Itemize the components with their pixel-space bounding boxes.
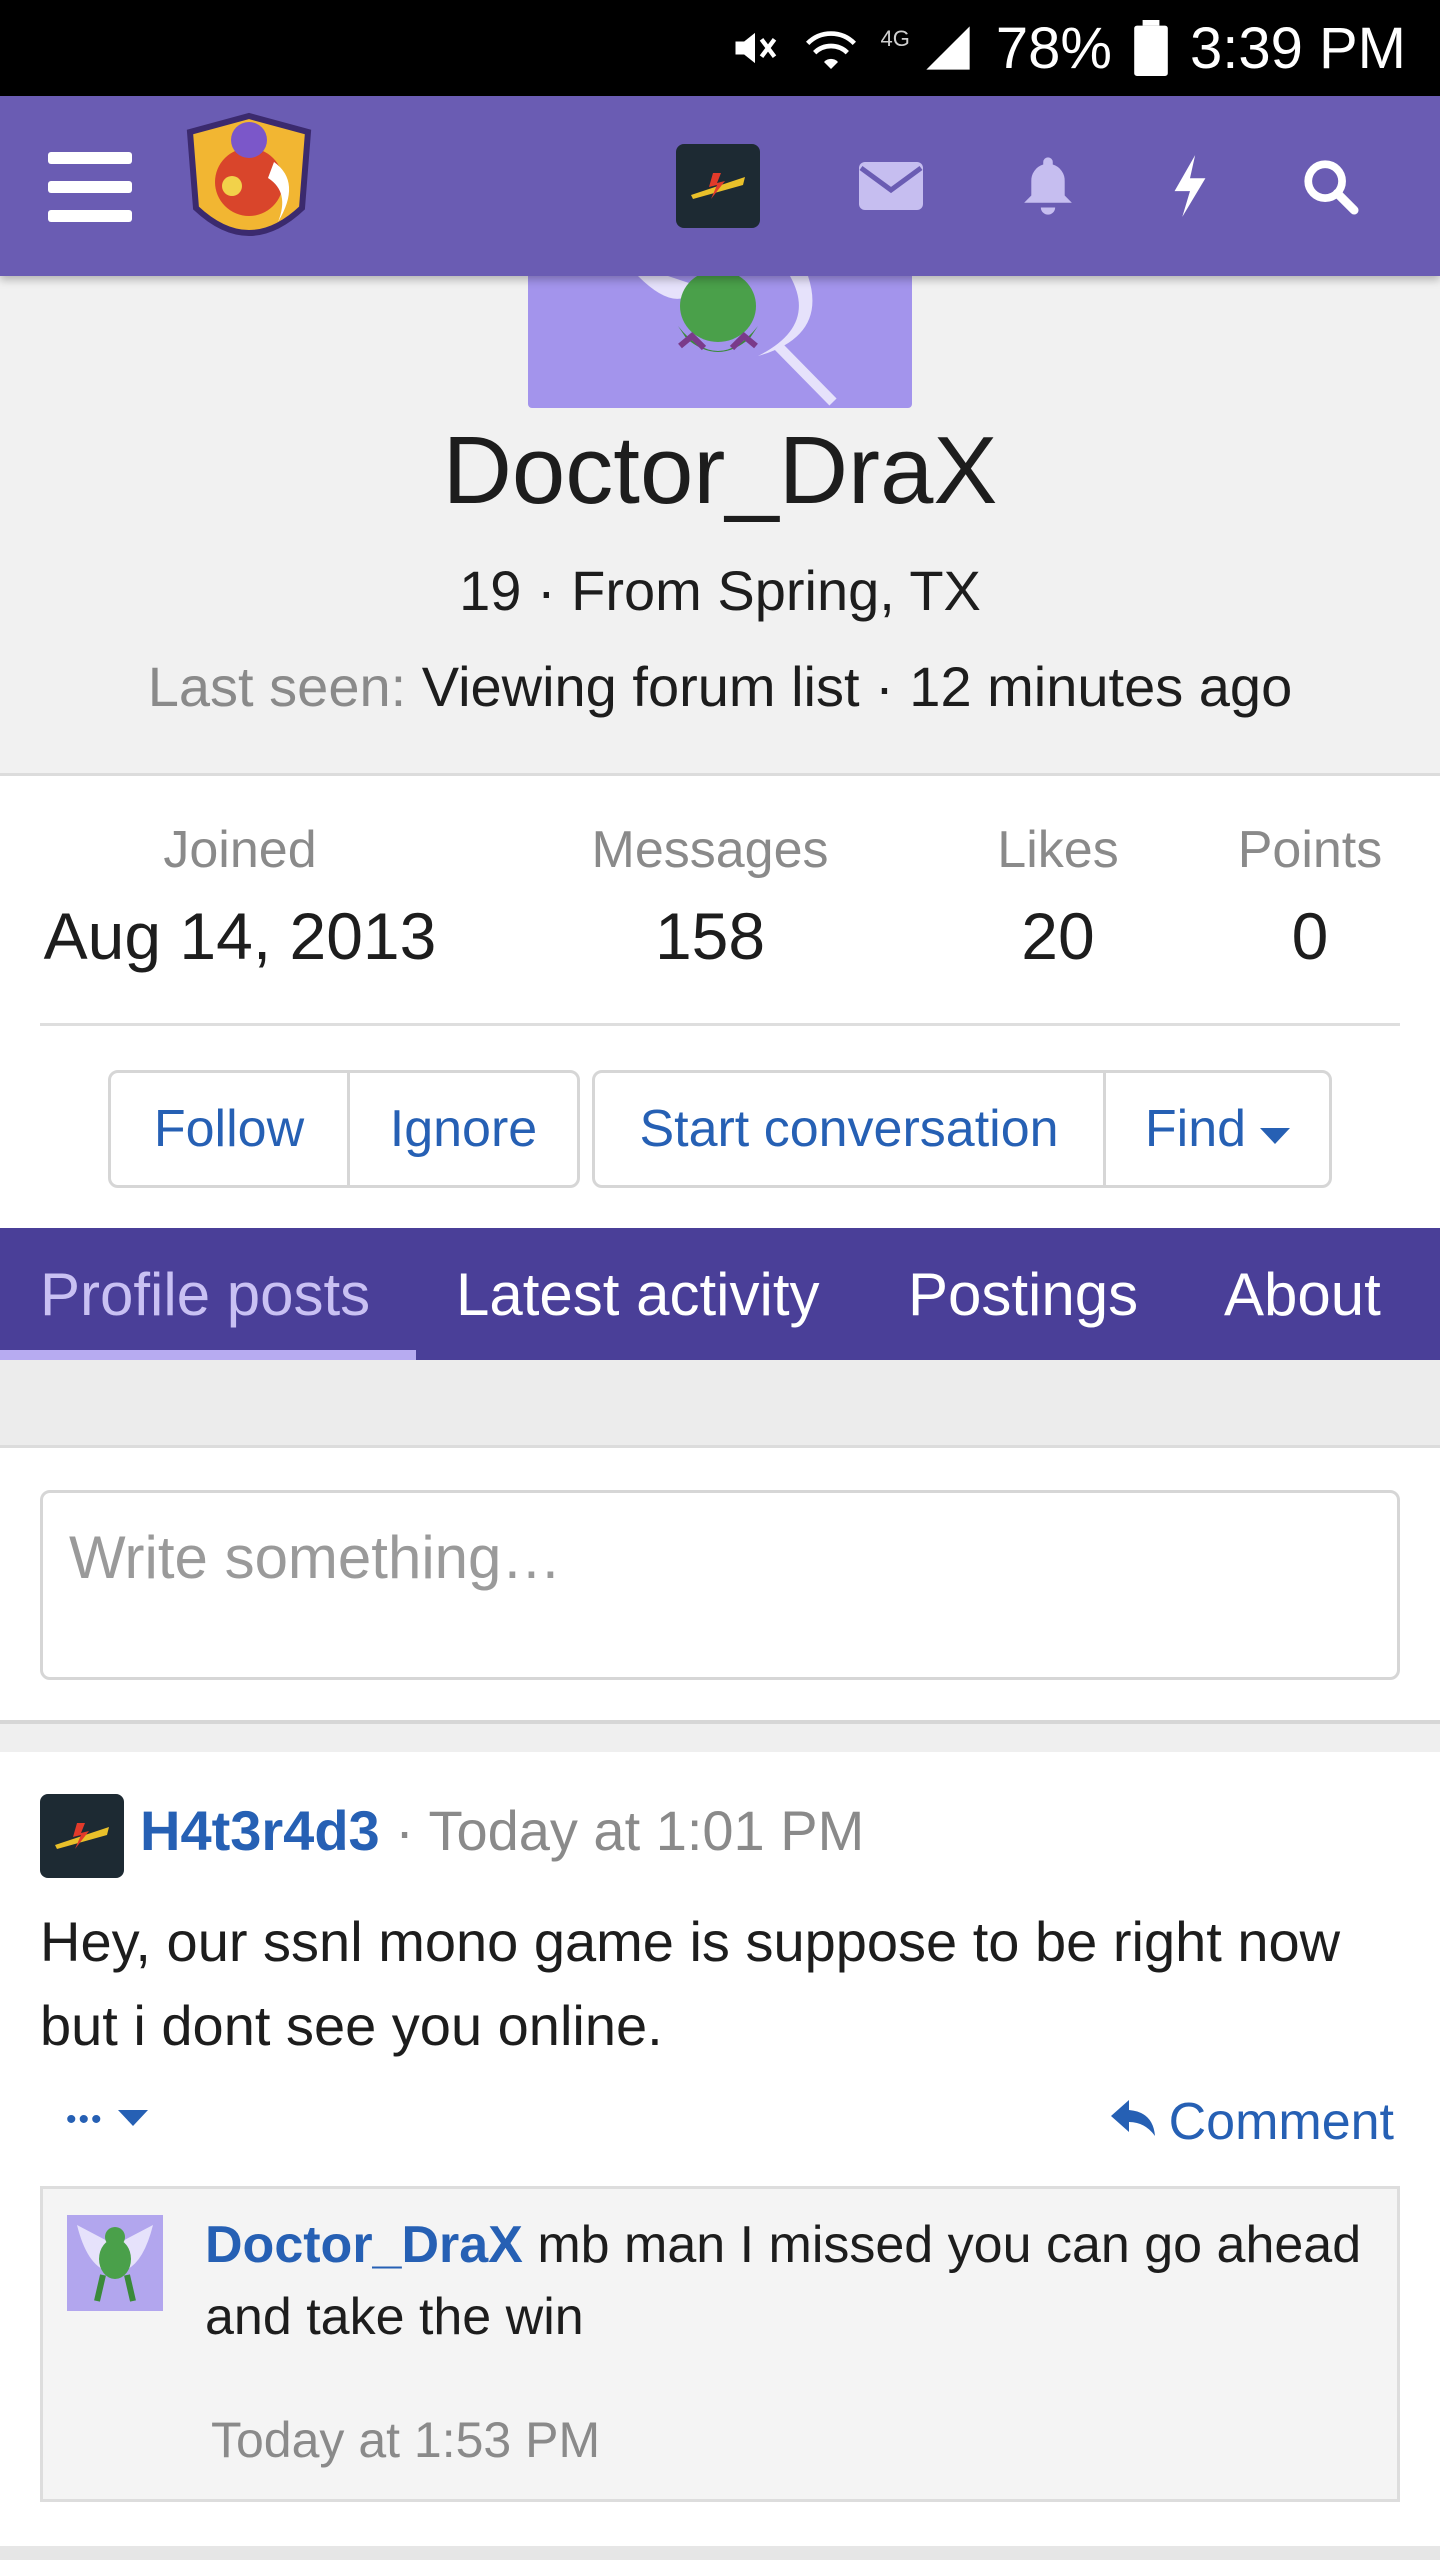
comment-timestamp[interactable]: Today at 1:53 PM bbox=[211, 2411, 600, 2469]
tab-label: Profile posts bbox=[40, 1260, 371, 1328]
tab-label: Postings bbox=[908, 1260, 1139, 1328]
comment-button[interactable]: Comment bbox=[1109, 2092, 1394, 2152]
divider-band bbox=[0, 1724, 1440, 1752]
post-comment: Doctor_DraX mb man I missed you can go a… bbox=[40, 2186, 1400, 2502]
tab-latest-activity[interactable]: Latest activity bbox=[416, 1228, 860, 1360]
avatar[interactable] bbox=[40, 1794, 124, 1878]
profile-stats: Joined Aug 14, 2013 Messages 158 Likes 2… bbox=[40, 820, 1400, 1026]
find-label: Find bbox=[1144, 1100, 1247, 1158]
divider-band bbox=[0, 1360, 1440, 1448]
clock: 3:39 PM bbox=[1190, 15, 1406, 81]
battery-percent: 78% bbox=[995, 15, 1112, 81]
stat-label: Messages bbox=[591, 821, 829, 879]
battery-icon bbox=[1134, 20, 1168, 76]
find-button[interactable]: Find bbox=[1103, 1073, 1329, 1185]
stat-label: Likes bbox=[997, 821, 1119, 879]
more-options-toggle[interactable]: ••• bbox=[66, 2090, 148, 2150]
status-bar: 4G 78% 3:39 PM bbox=[0, 0, 1440, 96]
stat-points[interactable]: Points 0 bbox=[1220, 820, 1400, 974]
last-seen-value: Viewing forum list · 12 minutes ago bbox=[406, 655, 1293, 718]
stat-label: Points bbox=[1237, 821, 1383, 879]
stat-joined: Joined Aug 14, 2013 bbox=[40, 820, 440, 974]
user-avatar[interactable] bbox=[676, 144, 760, 228]
follow-ignore-group: Follow Ignore bbox=[108, 1070, 580, 1188]
divider-band bbox=[0, 2546, 1440, 2560]
stat-messages[interactable]: Messages 158 bbox=[560, 820, 860, 974]
stat-value: Aug 14, 2013 bbox=[43, 899, 437, 973]
mute-icon bbox=[729, 22, 781, 74]
stat-label: Joined bbox=[163, 821, 317, 879]
tab-label: About bbox=[1224, 1260, 1381, 1328]
last-seen-label: Last seen: bbox=[147, 655, 407, 718]
mail-icon[interactable] bbox=[856, 144, 926, 228]
post-timestamp[interactable]: Today at 1:01 PM bbox=[428, 1799, 864, 1862]
stat-value: 0 bbox=[1291, 899, 1329, 973]
bell-icon[interactable] bbox=[1016, 144, 1080, 228]
conversation-find-group: Start conversation Find bbox=[592, 1070, 1332, 1188]
bolt-icon[interactable] bbox=[1168, 144, 1212, 228]
ignore-button[interactable]: Ignore bbox=[347, 1073, 577, 1185]
chevron-down-icon bbox=[1260, 1099, 1291, 1159]
start-conversation-button[interactable]: Start conversation bbox=[595, 1073, 1103, 1185]
post-header: H4t3r4d3 · Today at 1:01 PM bbox=[140, 1798, 864, 1863]
profile-tabs: Profile posts Latest activity Postings A… bbox=[0, 1228, 1440, 1360]
tab-label: Latest activity bbox=[456, 1260, 820, 1328]
app-header bbox=[0, 96, 1440, 276]
comment-label: Comment bbox=[1168, 2093, 1394, 2151]
stat-likes: Likes 20 bbox=[938, 820, 1178, 974]
follow-button[interactable]: Follow bbox=[111, 1073, 347, 1185]
tab-about[interactable]: About bbox=[1184, 1228, 1421, 1360]
stat-value: 158 bbox=[654, 899, 766, 973]
site-logo[interactable] bbox=[182, 112, 316, 260]
network-type: 4G bbox=[880, 26, 910, 51]
chevron-down-icon bbox=[117, 2108, 148, 2133]
composer-section: Write something… bbox=[0, 1448, 1440, 1724]
comment-text: Doctor_DraX mb man I missed you can go a… bbox=[205, 2209, 1365, 2353]
avatar[interactable] bbox=[67, 2215, 163, 2311]
menu-icon[interactable] bbox=[48, 152, 132, 222]
post-separator: · bbox=[379, 1799, 429, 1862]
search-icon[interactable] bbox=[1298, 144, 1362, 228]
tab-postings[interactable]: Postings bbox=[868, 1228, 1178, 1360]
more-dots: ••• bbox=[66, 2103, 104, 2136]
profile-meta: 19 · From Spring, TX bbox=[459, 559, 981, 622]
profile-name: Doctor_DraX bbox=[442, 417, 998, 524]
post-body: Hey, our ssnl mono game is suppose to be… bbox=[40, 1910, 1341, 2057]
reply-arrow-icon bbox=[1109, 2092, 1157, 2152]
signal-icon bbox=[922, 22, 974, 74]
comment-author-link[interactable]: Doctor_DraX bbox=[205, 2216, 523, 2274]
wifi-icon bbox=[803, 22, 859, 74]
profile-avatar[interactable] bbox=[528, 276, 912, 408]
last-seen: Last seen: Viewing forum list · 12 minut… bbox=[0, 654, 1440, 719]
post-author-link[interactable]: H4t3r4d3 bbox=[140, 1799, 380, 1862]
profile-header: Doctor_DraX 19 · From Spring, TX Last se… bbox=[0, 276, 1440, 776]
write-something-input[interactable]: Write something… bbox=[40, 1490, 1400, 1680]
stat-value: 20 bbox=[1021, 899, 1095, 973]
tab-profile-posts[interactable]: Profile posts bbox=[0, 1228, 416, 1360]
